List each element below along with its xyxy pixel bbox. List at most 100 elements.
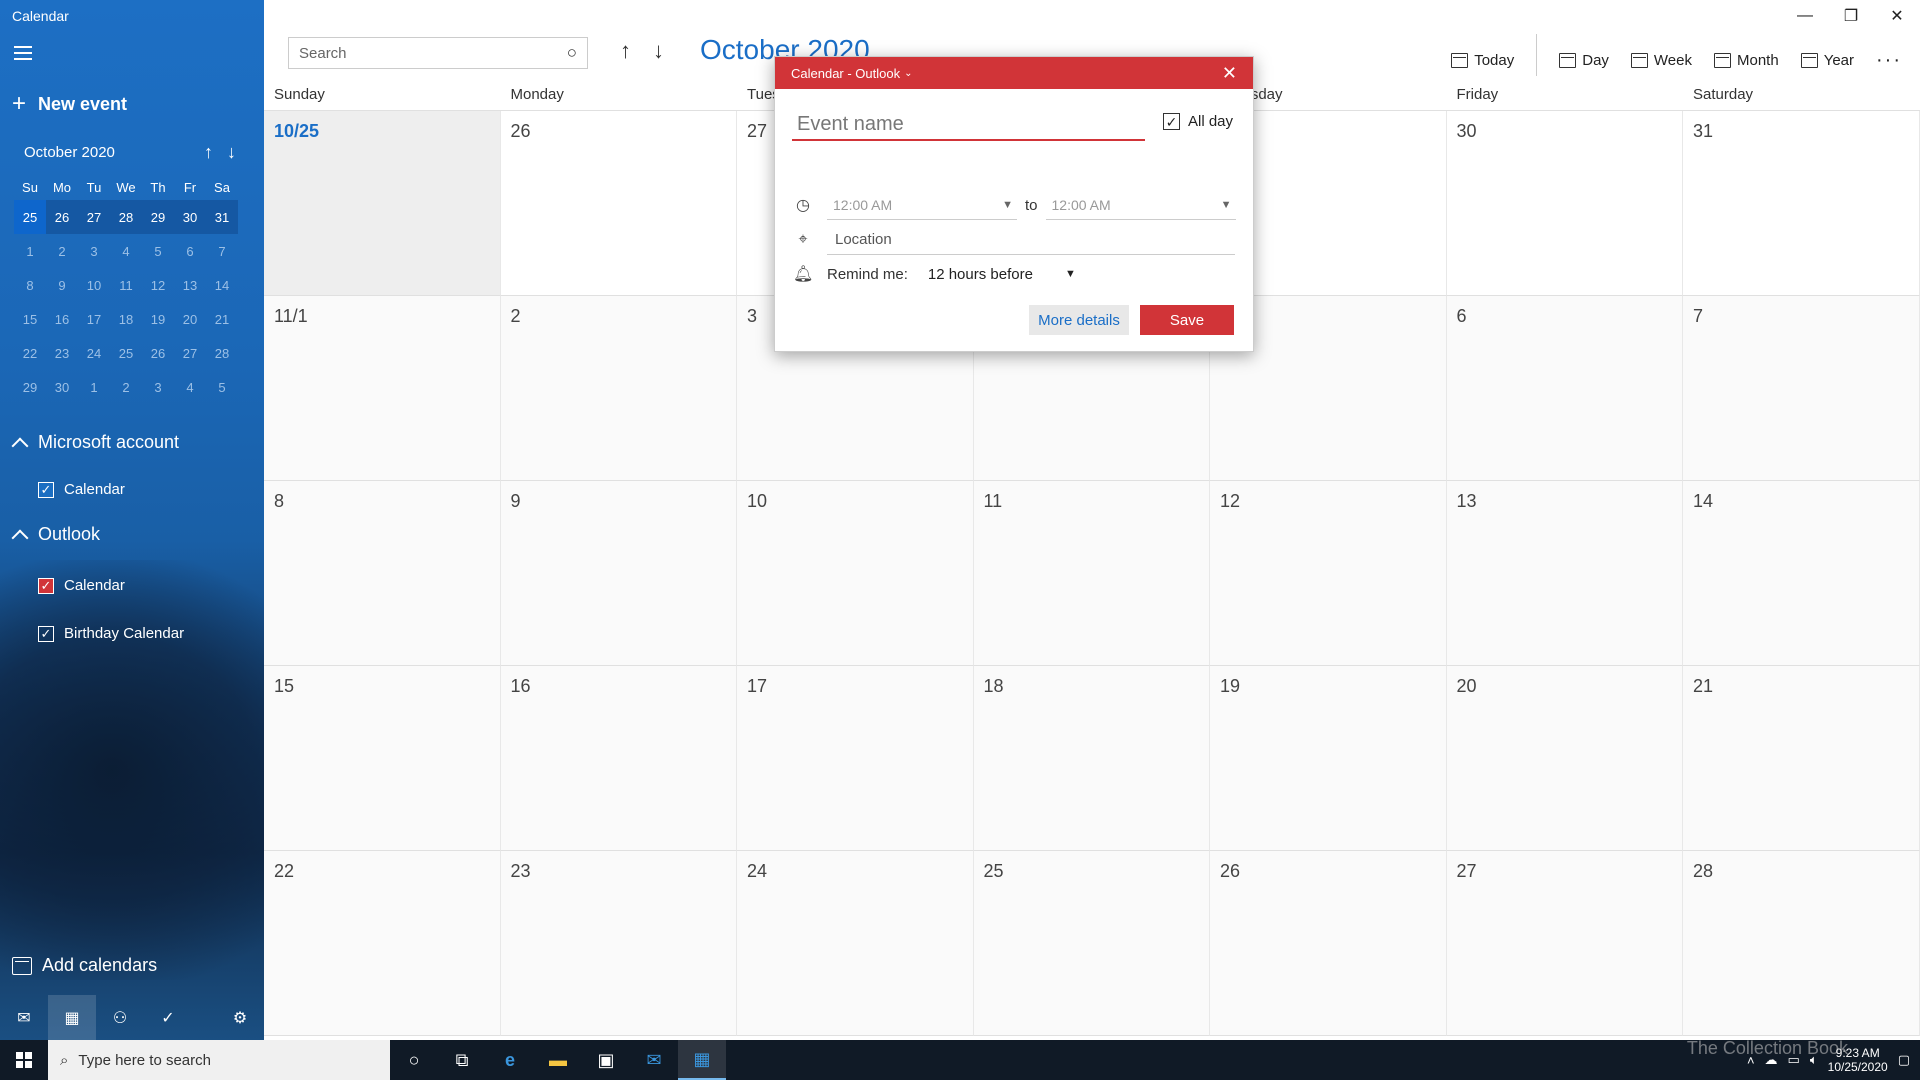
all-day-checkbox[interactable]: ✓ All day — [1163, 113, 1233, 130]
day-cell[interactable]: 15 — [264, 666, 501, 851]
mini-calendar-day[interactable]: 28 — [206, 336, 238, 370]
mini-calendar-day[interactable]: 26 — [142, 336, 174, 370]
arrow-down-icon[interactable]: ↓ — [653, 38, 664, 64]
day-cell[interactable]: 31 — [1683, 111, 1920, 296]
mini-calendar-day[interactable]: 2 — [110, 370, 142, 404]
calendar-item-outlook-calendar[interactable]: ✓ Calendar — [38, 577, 125, 594]
search-input[interactable]: Search ○ — [288, 37, 588, 69]
year-view-button[interactable]: Year — [1800, 52, 1854, 69]
arrow-up-icon[interactable]: ↑ — [620, 38, 631, 64]
mini-calendar-day[interactable]: 30 — [46, 370, 78, 404]
day-cell[interactable]: 11/1 — [264, 296, 501, 481]
mini-calendar-day[interactable]: 1 — [14, 234, 46, 268]
mini-calendar-day[interactable]: 25 — [14, 200, 46, 234]
mini-calendar-day[interactable]: 7 — [206, 234, 238, 268]
mini-calendar-day[interactable]: 16 — [46, 302, 78, 336]
mini-calendar-day[interactable]: 4 — [174, 370, 206, 404]
mini-calendar-day[interactable]: 22 — [14, 336, 46, 370]
remind-select[interactable]: 12 hours before ▼ — [928, 266, 1076, 283]
mini-calendar-day[interactable]: 30 — [174, 200, 206, 234]
day-cell[interactable]: 21 — [1683, 666, 1920, 851]
mini-calendar-day[interactable]: 13 — [174, 268, 206, 302]
checkbox-checked[interactable]: ✓ — [1163, 113, 1180, 130]
mini-calendar-day[interactable]: 20 — [174, 302, 206, 336]
checkbox-checked[interactable]: ✓ — [38, 625, 54, 642]
day-cell[interactable]: 10 — [737, 481, 974, 666]
day-cell[interactable]: 17 — [737, 666, 974, 851]
close-icon[interactable]: ✕ — [1874, 0, 1920, 32]
notifications-icon[interactable]: ▢ — [1898, 1052, 1910, 1068]
mini-calendar-day[interactable]: 26 — [46, 200, 78, 234]
day-cell[interactable]: 16 — [500, 666, 737, 851]
add-calendars-button[interactable]: Add calendars — [12, 955, 157, 976]
mini-calendar-day[interactable]: 18 — [110, 302, 142, 336]
mini-calendar-day[interactable]: 31 — [206, 200, 238, 234]
day-cell[interactable]: 28 — [1683, 851, 1920, 1036]
calendar-item-birthday-calendar[interactable]: ✓ Birthday Calendar — [38, 625, 184, 642]
mini-calendar-day[interactable]: 21 — [206, 302, 238, 336]
mini-calendar-day[interactable]: 19 — [142, 302, 174, 336]
cortana-icon[interactable]: ○ — [390, 1040, 438, 1080]
mini-calendar-day[interactable]: 12 — [142, 268, 174, 302]
day-cell[interactable]: 2 — [500, 296, 737, 481]
day-cell[interactable]: 10/25 — [264, 111, 501, 296]
mini-calendar-day[interactable]: 2 — [46, 234, 78, 268]
day-cell[interactable]: 13 — [1446, 481, 1683, 666]
day-cell[interactable]: 18 — [973, 666, 1210, 851]
day-cell[interactable]: 26 — [500, 111, 737, 296]
close-icon[interactable]: ✕ — [1222, 63, 1237, 84]
edge-browser-icon[interactable]: e — [486, 1040, 534, 1080]
location-input[interactable]: Location — [827, 225, 1235, 255]
mini-calendar-day[interactable]: 4 — [110, 234, 142, 268]
day-cell[interactable]: 25 — [973, 851, 1210, 1036]
new-event-button[interactable]: + New event — [12, 92, 127, 116]
month-view-button[interactable]: Month — [1714, 52, 1779, 69]
day-cell[interactable]: 23 — [500, 851, 737, 1036]
mini-calendar-day[interactable]: 29 — [14, 370, 46, 404]
more-options-icon[interactable]: ··· — [1876, 49, 1902, 72]
group-microsoft-account[interactable]: Microsoft account — [11, 432, 179, 454]
todo-icon[interactable]: ✓ — [144, 995, 192, 1040]
minimize-icon[interactable]: — — [1782, 0, 1828, 32]
mail-icon[interactable]: ✉ — [0, 995, 48, 1040]
chevron-down-icon[interactable]: ⌄ — [904, 68, 912, 79]
chevron-up-icon[interactable]: ˄ — [1747, 1053, 1755, 1068]
mini-calendar-day[interactable]: 6 — [174, 234, 206, 268]
calendar-item-microsoft-calendar[interactable]: ✓ Calendar — [38, 481, 125, 498]
day-cell[interactable]: 8 — [264, 481, 501, 666]
onedrive-icon[interactable]: ☁ — [1765, 1052, 1778, 1068]
day-cell[interactable]: 14 — [1683, 481, 1920, 666]
day-cell[interactable]: 26 — [1210, 851, 1447, 1036]
start-time-select[interactable]: 12:00 AM ▼ — [827, 190, 1017, 220]
day-view-button[interactable]: Day — [1559, 52, 1609, 69]
week-view-button[interactable]: Week — [1630, 52, 1692, 69]
taskbar-search-input[interactable]: ⌕ Type here to search — [48, 1040, 390, 1080]
mail-icon[interactable]: ✉ — [630, 1040, 678, 1080]
calendar-icon[interactable]: ▦ — [48, 995, 96, 1040]
mini-calendar-day[interactable]: 1 — [78, 370, 110, 404]
day-cell[interactable]: 6 — [1446, 296, 1683, 481]
mini-calendar-day[interactable]: 24 — [78, 336, 110, 370]
mini-calendar-day[interactable]: 14 — [206, 268, 238, 302]
mini-calendar-day[interactable]: 25 — [110, 336, 142, 370]
mini-calendar-day[interactable]: 11 — [110, 268, 142, 302]
mini-calendar-month-label[interactable]: October 2020 — [24, 144, 115, 161]
mini-calendar-day[interactable]: 8 — [14, 268, 46, 302]
network-icon[interactable]: ▭ — [1788, 1052, 1800, 1068]
restore-icon[interactable]: ❐ — [1828, 0, 1874, 32]
mini-calendar-day[interactable]: 3 — [142, 370, 174, 404]
mini-calendar-day[interactable]: 3 — [78, 234, 110, 268]
store-icon[interactable]: ▣ — [582, 1040, 630, 1080]
calendar-selector[interactable]: Calendar - Outlook — [791, 66, 900, 81]
hamburger-menu-icon[interactable] — [14, 46, 32, 60]
calendar-app-icon[interactable]: ▦ — [678, 1040, 726, 1080]
volume-icon[interactable]: 🔈︎ — [1810, 1052, 1818, 1068]
mini-calendar-day[interactable]: 9 — [46, 268, 78, 302]
event-name-input[interactable]: Event name — [792, 109, 1145, 141]
settings-gear-icon[interactable]: ⚙ — [216, 995, 264, 1040]
mini-calendar-day[interactable]: 27 — [78, 200, 110, 234]
day-cell[interactable]: 12 — [1210, 481, 1447, 666]
day-cell[interactable]: 30 — [1446, 111, 1683, 296]
start-button[interactable] — [0, 1040, 48, 1080]
day-cell[interactable]: 24 — [737, 851, 974, 1036]
